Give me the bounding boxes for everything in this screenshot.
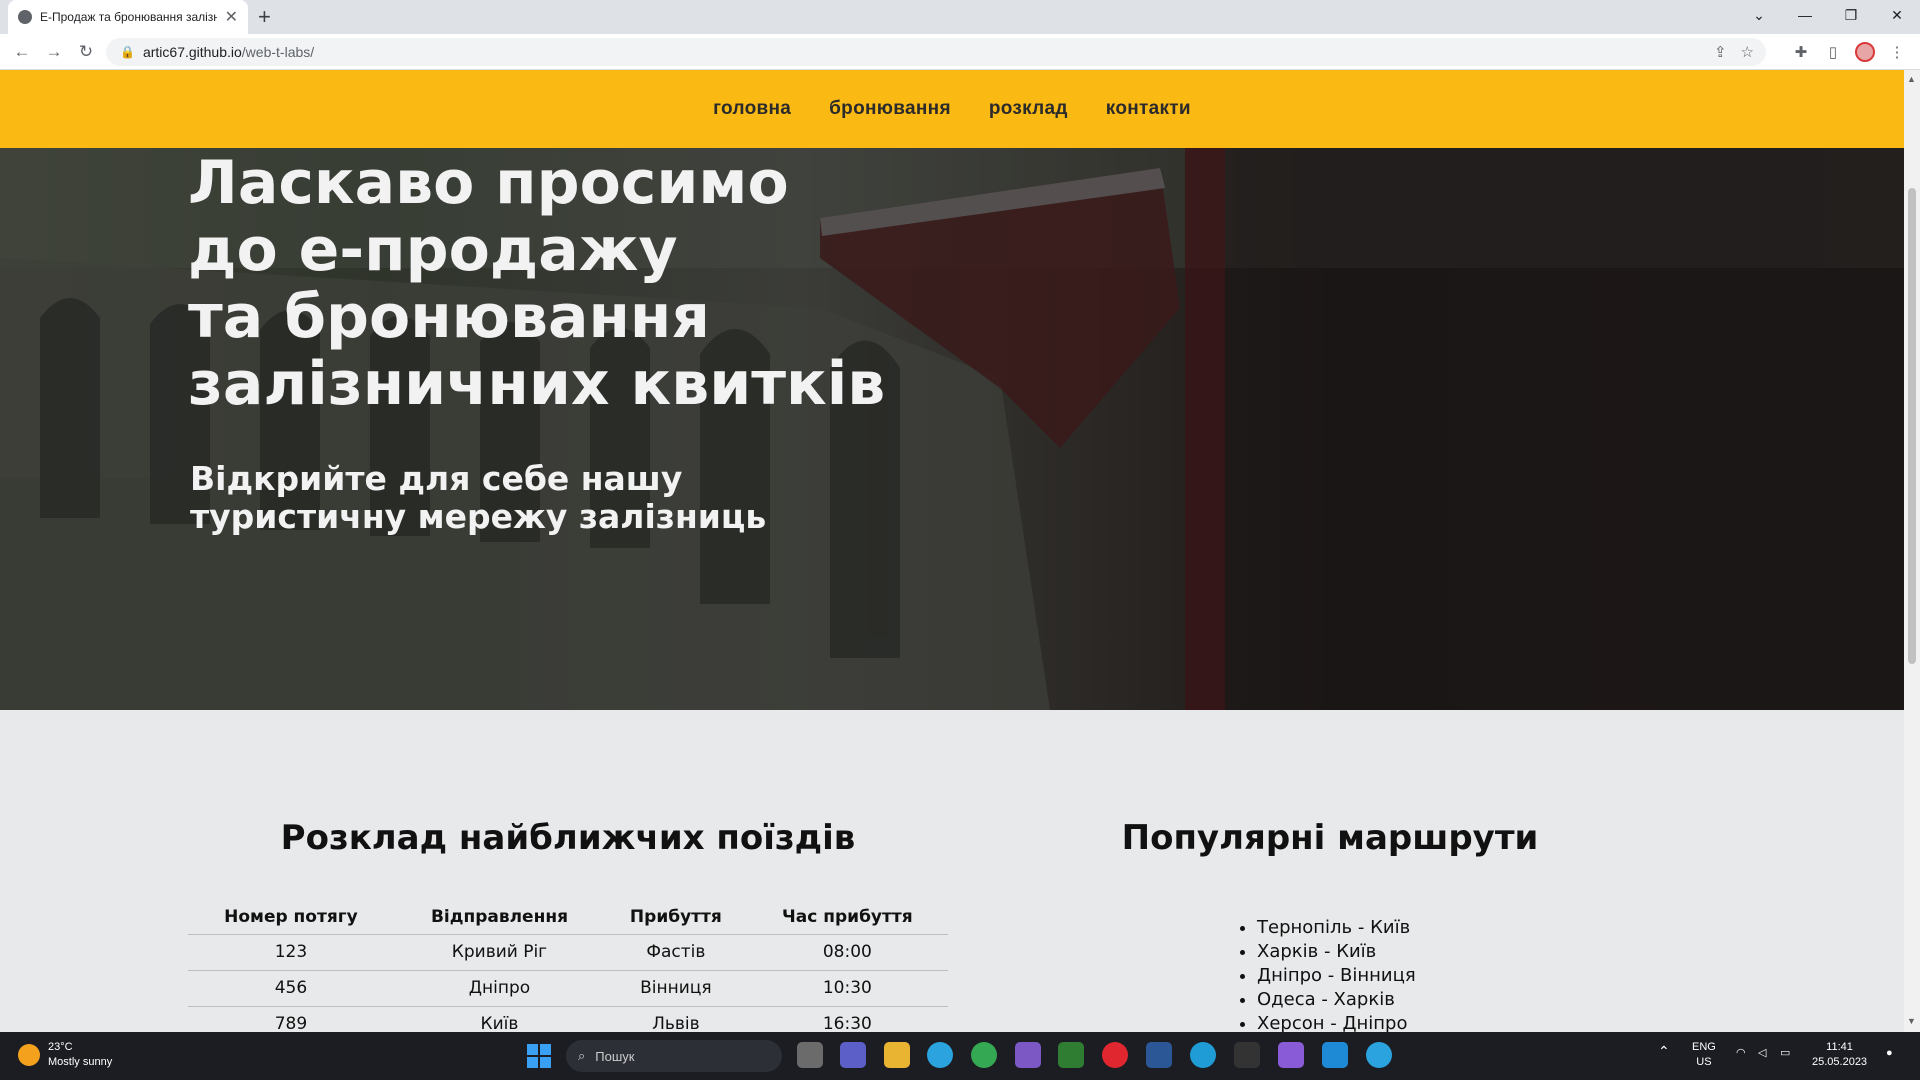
visual-studio-icon[interactable]	[1015, 1042, 1041, 1068]
extensions-icon[interactable]: ✚	[1789, 40, 1813, 64]
table-cell: 123	[188, 934, 394, 971]
app-icon[interactable]	[1058, 1042, 1084, 1068]
routes-list: Тернопіль - Київ Харків - Київ Дніпро - …	[1257, 916, 1416, 1032]
close-window-button[interactable]: ✕	[1874, 0, 1920, 30]
table-cell: 789	[188, 1006, 394, 1032]
site-navbar: головна бронювання розклад контакти	[0, 70, 1904, 148]
forward-icon[interactable]: →	[42, 40, 66, 64]
schedule-title: Розклад найближчих поїздів	[280, 818, 856, 858]
table-cell: Дніпро	[393, 970, 606, 1007]
column-header: Час прибуття	[746, 900, 948, 935]
list-item: Харків - Київ	[1257, 940, 1416, 964]
table-cell: Фастів	[605, 934, 747, 971]
windows-taskbar: 23°C Mostly sunny ⌕ Пошук ⌃ ENG US ◠ ◁ ▭…	[0, 1032, 1920, 1080]
search-icon: ⌕	[578, 1048, 586, 1063]
opera-icon[interactable]	[1102, 1042, 1128, 1068]
windows-start-icon[interactable]	[527, 1044, 551, 1068]
chrome-icon[interactable]	[971, 1042, 997, 1068]
reload-icon[interactable]: ↻	[74, 40, 98, 64]
sunny-icon	[18, 1044, 40, 1066]
scroll-down-icon[interactable]: ▼	[1907, 1016, 1916, 1026]
nav-schedule-link[interactable]: розклад	[989, 98, 1068, 120]
scrollbar-thumb[interactable]	[1908, 188, 1916, 664]
browser-toolbar: ← → ↻ 🔒 artic67.github.io/web-t-labs/ ⇪ …	[0, 34, 1920, 70]
globe-icon	[18, 10, 32, 24]
table-cell: Львів	[605, 1006, 747, 1032]
wifi-icon[interactable]: ◠	[1736, 1046, 1746, 1061]
address-bar[interactable]: 🔒 artic67.github.io/web-t-labs/ ⇪ ☆	[106, 38, 1766, 66]
visual-studio-2-icon[interactable]	[1278, 1042, 1304, 1068]
scroll-up-icon[interactable]: ▲	[1907, 74, 1916, 84]
star-icon[interactable]: ☆	[1741, 43, 1754, 61]
vscode-icon[interactable]	[1322, 1042, 1348, 1068]
notification-icon[interactable]: ●	[1886, 1046, 1893, 1061]
tab-title: Е-Продаж та бронювання залізни	[40, 10, 217, 24]
list-item: Херсон - Дніпро	[1257, 1012, 1416, 1032]
schedule-table: Номер потягу Відправлення Прибуття Час п…	[188, 900, 948, 1032]
nav-home-link[interactable]: головна	[713, 98, 791, 120]
table-cell: Київ	[393, 1006, 606, 1032]
page-scrollbar[interactable]: ▲ ▼	[1904, 70, 1920, 1032]
share-icon[interactable]: ⇪	[1714, 43, 1727, 61]
minimize-button[interactable]: —	[1782, 0, 1828, 30]
profile-avatar[interactable]	[1853, 40, 1877, 64]
table-cell: Кривий Ріг	[393, 934, 606, 971]
browser-tab-bar: Е-Продаж та бронювання залізни ✕ + ⌄ — ❐…	[0, 0, 1920, 34]
routes-title: Популярні маршрути	[1121, 818, 1539, 858]
back-icon[interactable]: ←	[10, 40, 34, 64]
tray-chevron-icon[interactable]: ⌃	[1658, 1044, 1670, 1059]
terminal-icon[interactable]	[1234, 1042, 1260, 1068]
file-explorer-icon[interactable]	[884, 1042, 910, 1068]
lock-icon[interactable]: 🔒	[120, 45, 135, 59]
table-cell: Вінниця	[605, 970, 747, 1007]
new-tab-button[interactable]: +	[258, 4, 271, 30]
table-row: 456 Дніпро Вінниця 10:30	[188, 970, 948, 1007]
sidepanel-icon[interactable]: ▯	[1821, 40, 1845, 64]
list-item: Одеса - Харків	[1257, 988, 1416, 1012]
weather-widget[interactable]: 23°C Mostly sunny	[18, 1040, 112, 1070]
list-item: Тернопіль - Київ	[1257, 916, 1416, 940]
telegram-2-icon[interactable]	[1366, 1042, 1392, 1068]
clock[interactable]: 11:41 25.05.2023	[1812, 1040, 1867, 1070]
word-icon[interactable]	[1146, 1042, 1172, 1068]
table-cell: 08:00	[746, 934, 948, 971]
table-row: 123 Кривий Ріг Фастів 08:00	[188, 934, 948, 971]
nav-contacts-link[interactable]: контакти	[1106, 98, 1191, 120]
browser-tab[interactable]: Е-Продаж та бронювання залізни ✕	[8, 0, 248, 34]
table-cell: 456	[188, 970, 394, 1007]
table-row: 789 Київ Львів 16:30	[188, 1006, 948, 1032]
table-header-row: Номер потягу Відправлення Прибуття Час п…	[188, 900, 948, 935]
hero-subtitle: Відкрийте для себе нашу туристичну мереж…	[190, 459, 767, 536]
edge-icon[interactable]	[1190, 1042, 1216, 1068]
nav-booking-link[interactable]: бронювання	[829, 98, 951, 120]
page-viewport: головна бронювання розклад контакти Ласк…	[0, 70, 1904, 1032]
telegram-icon[interactable]	[927, 1042, 953, 1068]
hero-title: Ласкаво просимо до е-продажу та бронюван…	[188, 148, 886, 419]
taskbar-search[interactable]: ⌕ Пошук	[566, 1040, 782, 1072]
weather-temp: 23°C	[48, 1041, 73, 1053]
chat-icon[interactable]	[840, 1042, 866, 1068]
restore-button[interactable]: ❐	[1828, 0, 1874, 30]
hero-section: Ласкаво просимо до е-продажу та бронюван…	[0, 148, 1904, 710]
column-header: Відправлення	[393, 900, 606, 935]
menu-icon[interactable]: ⋮	[1885, 40, 1909, 64]
url-host: artic67.github.io	[142, 44, 242, 60]
table-cell: 16:30	[746, 1006, 948, 1032]
tab-search-icon[interactable]: ⌄	[1736, 0, 1782, 30]
list-item: Дніпро - Вінниця	[1257, 964, 1416, 988]
battery-icon[interactable]: ▭	[1780, 1046, 1790, 1061]
table-cell: 10:30	[746, 970, 948, 1007]
language-indicator[interactable]: ENG US	[1692, 1040, 1716, 1070]
search-placeholder: Пошук	[595, 1048, 635, 1064]
column-header: Прибуття	[605, 900, 747, 935]
url-path: /web-t-labs/	[241, 44, 315, 60]
column-header: Номер потягу	[188, 900, 394, 935]
volume-icon[interactable]: ◁	[1758, 1046, 1766, 1061]
task-view-icon[interactable]	[797, 1042, 823, 1068]
close-tab-icon[interactable]: ✕	[225, 7, 238, 27]
weather-desc: Mostly sunny	[48, 1056, 113, 1068]
